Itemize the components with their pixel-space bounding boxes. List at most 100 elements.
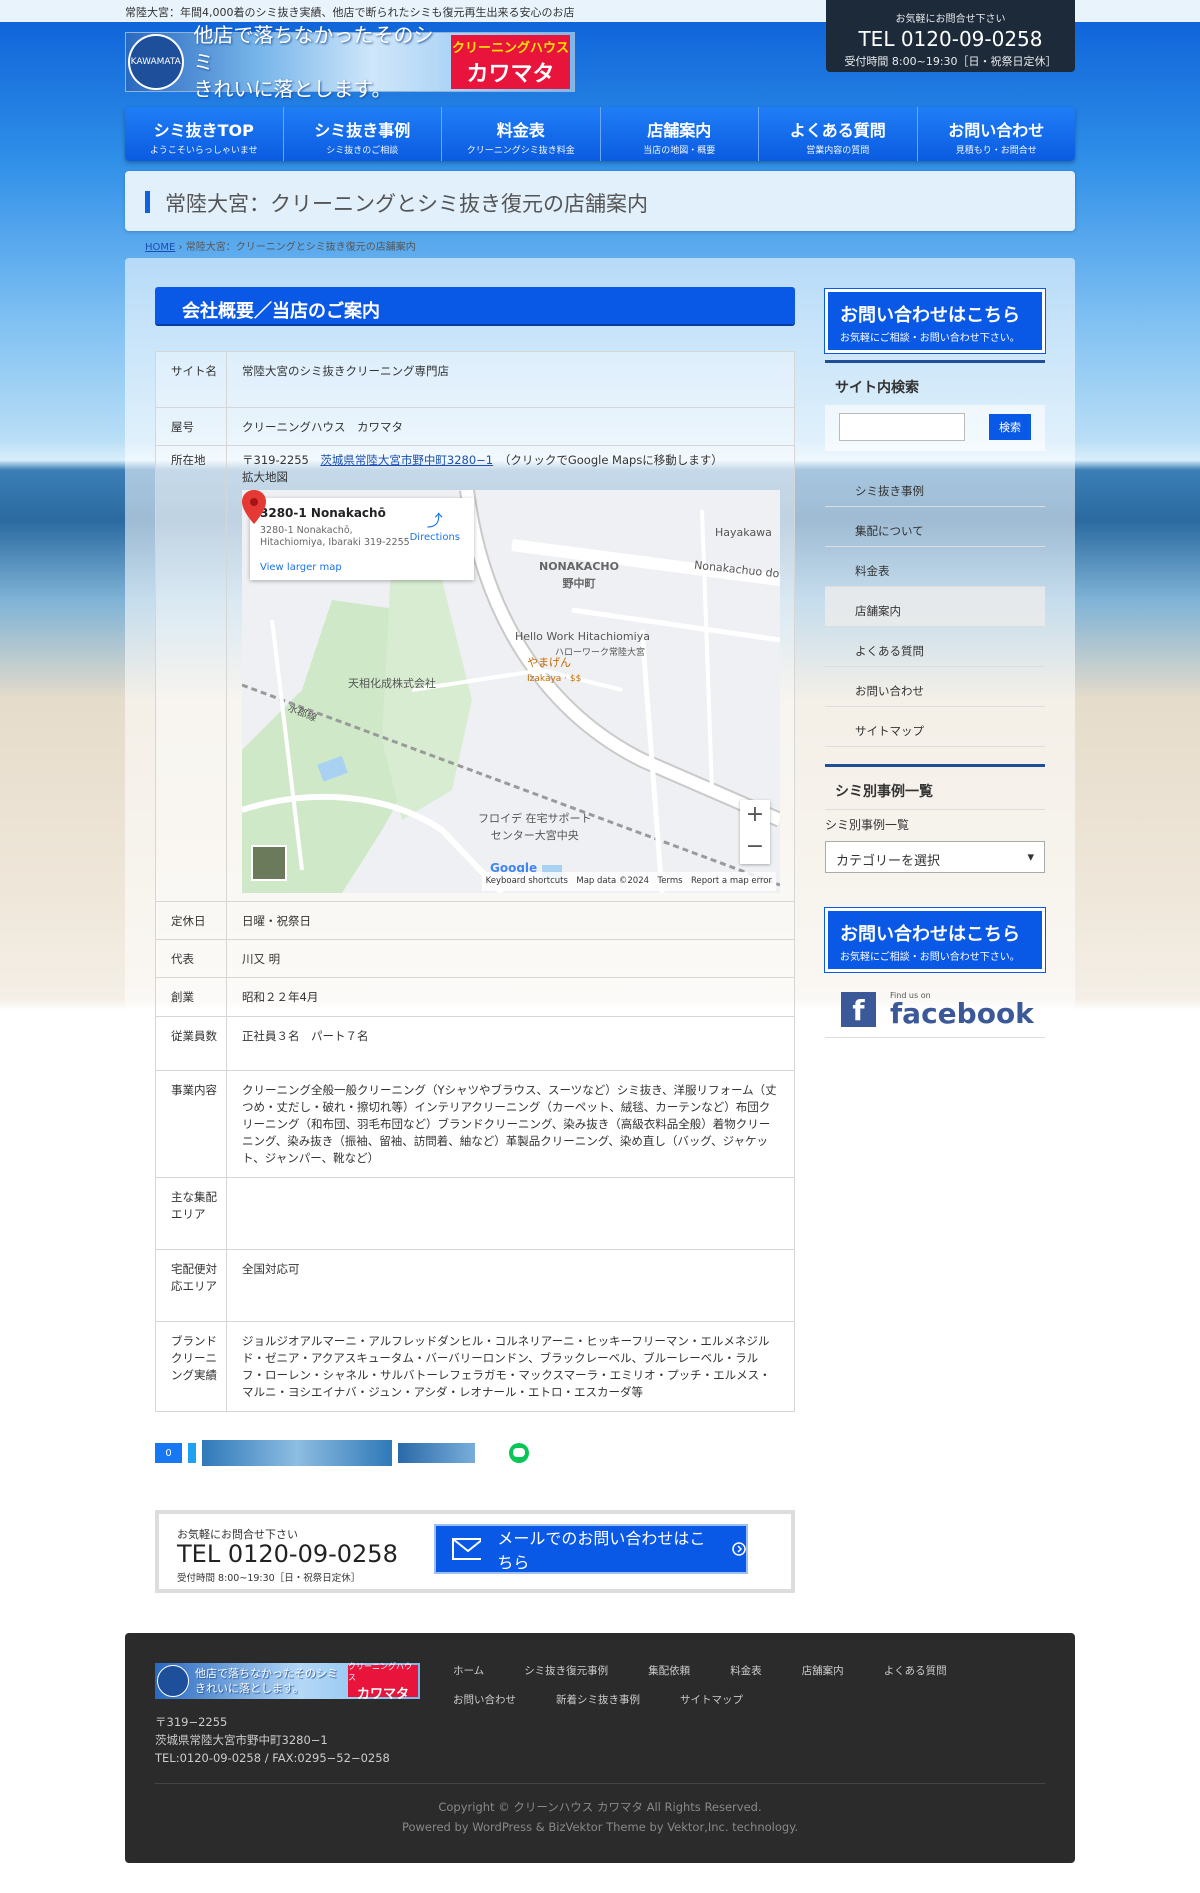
address-zip: 〒319-2255 — [242, 453, 309, 467]
map-label-tenso: 天相化成株式会社 — [348, 677, 436, 690]
sidebar-item-faq[interactable]: よくある質問 — [825, 627, 1045, 667]
nav-item-shop[interactable]: 店舗案内 当店の地図・概要 — [601, 107, 759, 161]
tagline: 常陸大宮：年間4,000着のシミ抜き実績、他店で断られたシミも復元再生出来る安心… — [125, 6, 575, 19]
bottom-contact-box: お気軽にお問合せ下さい TEL 0120-09-0258 受付時間 8:00~1… — [155, 1510, 795, 1593]
breadcrumb-home[interactable]: HOME — [145, 242, 175, 253]
directions-link[interactable]: ⤴ Directions — [410, 512, 460, 546]
footer-link-contact[interactable]: お問い合わせ — [453, 1692, 516, 1707]
email-button-label: メールでのお問い合わせはこちら — [497, 1529, 706, 1572]
contact-hours: 受付時間 8:00~19:30［日・祝祭日定休］ — [177, 1573, 361, 1584]
logo-line2: きれいに落とします。 — [193, 76, 392, 101]
nav-item-cases[interactable]: シミ抜き事例 シミ抜きのご相談 — [284, 107, 442, 161]
table-row: 代表 川又 明 — [155, 939, 795, 978]
table-row: 創業 昭和２２年4月 — [155, 977, 795, 1017]
nav-item-faq[interactable]: よくある質問 営業内容の質問 — [759, 107, 918, 161]
footer-logo[interactable]: 他店で落ちなかったそのシミ きれいに落とします。 クリーニングハウス カワマタ — [155, 1662, 420, 1702]
nav-main: よくある質問 — [789, 121, 886, 140]
hatena-button[interactable] — [398, 1443, 475, 1463]
sidebar-cta-bottom[interactable]: お問い合わせはこちら お気軽にご相談・お問い合わせ下さい。 — [825, 908, 1045, 972]
sidebar-item-price[interactable]: 料金表 — [825, 547, 1045, 587]
sidebar-item-cases[interactable]: シミ抜き事例 — [825, 467, 1045, 507]
sidebar-search: サイト内検索 検索 — [825, 360, 1045, 451]
site-logo[interactable]: KAWAMATA 他店で落ちなかったそのシミ きれいに落とします。 クリーニングハ… — [125, 23, 575, 101]
category-select[interactable]: カテゴリーを選択 ▾ — [825, 841, 1045, 873]
address-map-link[interactable]: 茨城県常陸大宮市野中町3280−1 — [320, 453, 493, 467]
map-label: やまげん — [527, 656, 571, 669]
facebook-text: Find us on facebook — [890, 991, 1034, 1028]
google-map[interactable]: 3280-1 Nonakachō 3280-1 Nonakachō, Hitac… — [242, 490, 780, 893]
footer-link-faq[interactable]: よくある質問 — [884, 1663, 947, 1678]
search-button[interactable]: 検索 — [989, 414, 1031, 440]
email-contact-button[interactable]: メールでのお問い合わせはこちら — [434, 1524, 748, 1574]
row-value: クリーニング全般一般クリーニング（Yシャツやブラウス、スーツなど）シミ抜き、洋服… — [226, 1070, 795, 1178]
nav-main: シミ抜きTOP — [153, 121, 254, 140]
footer-address: 〒319−2255 茨城県常陸大宮市野中町3280−1 TEL:0120-09-… — [155, 1713, 390, 1767]
sidebar-item-shop[interactable]: 店舗案内 — [825, 587, 1045, 627]
nav-sub: 見積もり・お問合せ — [955, 146, 1037, 156]
footer-links: ホーム シミ抜き復元事例 集配依頼 料金表 店舗案内 よくある質問 お問い合わせ… — [453, 1663, 1043, 1707]
footer-link-price[interactable]: 料金表 — [730, 1663, 762, 1678]
cta-sub: お気軽にご相談・お問い合わせ下さい。 — [840, 333, 1020, 344]
row-key: ブランドクリーニング実績 — [155, 1321, 227, 1412]
nav-sub: クリーニングシミ抜き料金 — [466, 146, 575, 156]
nav-item-top[interactable]: シミ抜きTOP ようこそいらっしゃいませ — [125, 107, 284, 161]
chevron-down-icon: ▾ — [1027, 850, 1034, 865]
facebook-link[interactable]: f Find us on facebook — [825, 982, 1045, 1038]
category-select-value: カテゴリーを選択 — [836, 854, 941, 869]
line-share-icon[interactable] — [509, 1443, 529, 1463]
tweet-button[interactable] — [188, 1443, 196, 1463]
sidebar-cta-top[interactable]: お問い合わせはこちら お気軽にご相談・お問い合わせ下さい。 — [825, 289, 1045, 353]
header-tel-number[interactable]: TEL 0120-09-0258 — [826, 27, 1075, 51]
footer-tel: TEL:0120-09-0258 / FAX:0295−52−0258 — [155, 1751, 390, 1765]
logo-tagline: 他店で落ちなかったそのシミ きれいに落とします。 — [194, 22, 452, 103]
row-value — [226, 1177, 795, 1250]
sidebar-item-pickup[interactable]: 集配について — [825, 507, 1045, 547]
breadcrumb-sep: › — [178, 242, 183, 253]
zoom-in-icon[interactable]: + — [740, 800, 770, 832]
logo-line1: 他店で落ちなかったそのシミ — [193, 22, 434, 74]
nav-main: シミ抜き事例 — [314, 121, 411, 140]
address-note: （クリックでGoogle Mapsに移動します） — [504, 453, 723, 467]
sidebar-contact-button-2[interactable]: お問い合わせはこちら お気軽にご相談・お問い合わせ下さい。 — [825, 908, 1045, 972]
footer-link-cases[interactable]: シミ抜き復元事例 — [524, 1663, 608, 1678]
nav-main: 料金表 — [496, 121, 545, 140]
header-tel-small: お気軽にお問合せ下さい — [895, 14, 1006, 25]
header-tel-hours: 受付時間 8:00~19:30［日・祝祭日定休］ — [844, 55, 1057, 68]
page-title-bar: 常陸大宮：クリーニングとシミ抜き復元の店舗案内 — [125, 171, 1075, 231]
facebook-like-button[interactable] — [202, 1440, 392, 1466]
nav-item-price[interactable]: 料金表クリーニングシミ抜き料金 — [442, 107, 601, 161]
nav-item-contact[interactable]: お問い合わせ 見積もり・お問合せ — [918, 107, 1076, 161]
title-accent-bar — [145, 191, 150, 213]
zoom-map-link[interactable]: 拡大地図 — [242, 469, 780, 486]
footer-addr: 茨城県常陸大宮市野中町3280−1 — [155, 1733, 328, 1747]
breadcrumb-current: 常陸大宮：クリーニングとシミ抜き復元の店舗案内 — [185, 242, 416, 253]
table-row: 事業内容 クリーニング全般一般クリーニング（Yシャツやブラウス、スーツなど）シミ抜… — [155, 1070, 795, 1178]
row-key: 定休日 — [155, 901, 227, 940]
share-buttons: 0 — [155, 1440, 529, 1466]
map-zoom-controls: + − — [740, 800, 770, 864]
footer-copyright: Copyright © クリーンハウス カワマタ All Rights Rese… — [125, 1797, 1075, 1837]
site-footer: 他店で落ちなかったそのシミ きれいに落とします。 クリーニングハウス カワマタ 〒3… — [125, 1633, 1075, 1863]
zoom-out-icon[interactable]: − — [740, 832, 770, 864]
map-pin-icon[interactable] — [242, 490, 266, 524]
contact-tel[interactable]: TEL 0120-09-0258 — [177, 1540, 398, 1568]
share-count[interactable]: 0 — [155, 1443, 182, 1463]
view-larger-map-link[interactable]: View larger map — [260, 559, 464, 576]
footer-link-pickup[interactable]: 集配依頼 — [648, 1663, 690, 1678]
footer-link-new-cases[interactable]: 新着シミ抜き事例 — [556, 1692, 640, 1707]
sidebar-item-contact[interactable]: お問い合わせ — [825, 667, 1045, 707]
footer-link-home[interactable]: ホーム — [453, 1663, 484, 1678]
facebook-banner[interactable]: f Find us on facebook — [825, 982, 1045, 1038]
map-footer-links[interactable]: Keyboard shortcuts Map data ©2024 Terms … — [481, 872, 776, 891]
row-key: 代表 — [155, 939, 227, 978]
footer-link-shop[interactable]: 店舗案内 — [802, 1663, 844, 1678]
row-value: 日曜・祝祭日 — [226, 901, 795, 940]
cta-sub: お気軽にご相談・お問い合わせ下さい。 — [840, 952, 1020, 963]
sidebar-item-sitemap[interactable]: サイトマップ — [825, 707, 1045, 747]
row-value: 常陸大宮のシミ抜きクリーニング専門店 — [226, 351, 795, 408]
search-input[interactable] — [839, 413, 966, 441]
footer-link-sitemap[interactable]: サイトマップ — [680, 1692, 743, 1707]
sidebar-contact-button[interactable]: お問い合わせはこちら お気軽にご相談・お問い合わせ下さい。 — [825, 289, 1045, 353]
row-value: ジョルジオアルマーニ・アルフレッドダンヒル・コルネリアーニ・ヒッキーフリーマン・… — [226, 1321, 795, 1412]
sidebar-menu: シミ抜き事例 集配について 料金表 店舗案内 よくある質問 お問い合わせ サイト… — [825, 467, 1045, 747]
